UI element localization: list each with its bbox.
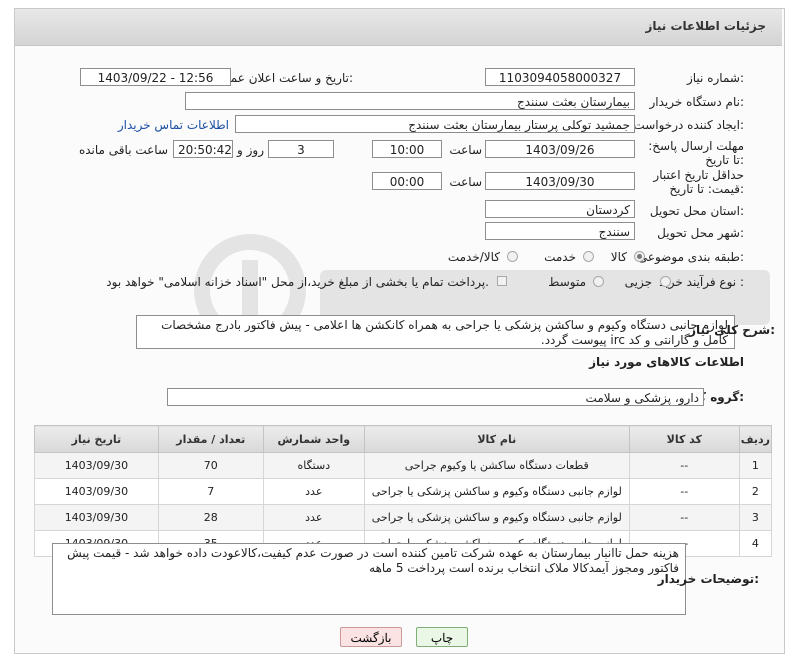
table-row: 2 -- لوازم جانبی دستگاه وکیوم و ساکشن پز… xyxy=(34,478,773,505)
cell-row: 1 xyxy=(738,452,773,479)
cell-qty: 7 xyxy=(157,478,264,505)
creator-field: جمشید توکلی پرستار بیمارستان بعثت سنندج xyxy=(235,115,635,133)
buyer-notes-box: هزینه حمل تاانبار بیمارستان به عهده شرکت… xyxy=(52,543,686,615)
cell-date: 1403/09/30 xyxy=(34,504,159,531)
cell-date: 1403/09/30 xyxy=(34,452,159,479)
announce-field: 1403/09/22 - 12:56 xyxy=(80,68,231,86)
cell-qty: 70 xyxy=(157,452,264,479)
validity-date-field: 1403/09/30 xyxy=(485,172,635,190)
cell-code: -- xyxy=(628,504,740,531)
buyer-contact-link[interactable]: اطلاعات تماس خریدار xyxy=(118,118,229,132)
validity-label: حداقل تاریخ اعتبار قیمت: تا تاریخ: xyxy=(653,168,744,196)
province-label: استان محل تحویل: xyxy=(649,204,744,218)
purchase-type-label: نوع فرآیند خرید : xyxy=(659,275,744,289)
purchase-minor-radio[interactable] xyxy=(660,276,671,287)
deadline-time-label: ساعت xyxy=(449,143,482,157)
buyer-label: نام دستگاه خریدار: xyxy=(649,95,745,109)
goods-section-title: اطلاعات کالاهای مورد نیاز xyxy=(589,355,744,369)
treasury-payment-checkbox[interactable] xyxy=(497,276,507,286)
purchase-medium-label: متوسط xyxy=(548,275,586,289)
category-both-radio[interactable] xyxy=(507,251,518,262)
cell-unit: عدد xyxy=(262,478,365,505)
validity-time-label: ساعت xyxy=(449,175,482,189)
col-code: کد کالا xyxy=(628,425,740,453)
page-title: جزئیات اطلاعات نیاز xyxy=(645,19,766,33)
page-header: جزئیات اطلاعات نیاز xyxy=(15,9,782,46)
category-service-label: خدمت xyxy=(544,250,576,264)
col-row: ردیف xyxy=(738,425,773,453)
deadline-time-field: 10:00 xyxy=(372,140,442,158)
cell-row: 3 xyxy=(738,504,773,531)
back-button[interactable]: بازگشت xyxy=(340,627,402,647)
province-field: کردستان xyxy=(485,200,635,218)
deadline-label: مهلت ارسال پاسخ: تا تاریخ: xyxy=(648,139,744,167)
category-both-label: کالا/خدمت xyxy=(447,250,500,264)
need-description-label: شرح کلی نیاز: xyxy=(689,323,775,337)
purchase-medium-radio[interactable] xyxy=(593,276,604,287)
treasury-payment-label: پرداخت تمام یا بخشی از مبلغ خرید،از محل … xyxy=(106,275,489,289)
goods-table-header: ردیف کد کالا نام کالا واحد شمارش تعداد /… xyxy=(34,425,773,453)
cell-code: -- xyxy=(628,478,740,505)
creator-label: ایجاد کننده درخواست: xyxy=(633,118,744,132)
days-label: روز و xyxy=(237,143,264,157)
goods-group-field: دارو، پزشکی و سلامت xyxy=(167,388,704,406)
city-label: شهر محل تحویل: xyxy=(657,226,744,240)
col-unit: واحد شمارش xyxy=(262,425,365,453)
cell-name: لوازم جانبی دستگاه وکیوم و ساکشن پزشکی ی… xyxy=(363,478,630,505)
col-date: تاریخ نیاز xyxy=(34,425,159,453)
cell-row: 4 xyxy=(738,530,773,557)
need-number-label: شماره نیاز: xyxy=(686,71,744,85)
category-goods-radio[interactable] xyxy=(634,251,645,262)
purchase-minor-label: جزیی xyxy=(624,275,652,289)
table-row: 3 -- لوازم جانبی دستگاه وکیوم و ساکشن پز… xyxy=(34,504,773,531)
print-button[interactable]: چاپ xyxy=(416,627,468,647)
category-goods-label: کالا xyxy=(610,250,627,264)
buyer-field: بیمارستان بعثت سنندج xyxy=(185,92,635,110)
cell-unit: دستگاه xyxy=(262,452,365,479)
need-description-box: لوازم جانبی دستگاه وکیوم و ساکشن پزشکی ی… xyxy=(136,315,735,349)
city-field: سنندج xyxy=(485,222,635,240)
col-name: نام کالا xyxy=(363,425,630,453)
category-service-radio[interactable] xyxy=(583,251,594,262)
cell-row: 2 xyxy=(738,478,773,505)
cell-code: -- xyxy=(628,452,740,479)
category-label: طبقه بندی موضوعی: xyxy=(637,250,744,264)
days-remaining-field: 3 xyxy=(268,140,334,158)
table-row: 1 -- قطعات دستگاه ساکشن یا وکیوم جراحی د… xyxy=(34,452,773,479)
remaining-label: ساعت باقی مانده xyxy=(78,143,168,157)
cell-unit: عدد xyxy=(262,504,365,531)
cell-date: 1403/09/30 xyxy=(34,478,159,505)
cell-name: قطعات دستگاه ساکشن یا وکیوم جراحی xyxy=(363,452,630,479)
cell-name: لوازم جانبی دستگاه وکیوم و ساکشن پزشکی ی… xyxy=(363,504,630,531)
validity-time-field: 00:00 xyxy=(372,172,442,190)
buyer-notes-label: توضیحات خریدار: xyxy=(657,572,759,586)
cell-qty: 28 xyxy=(157,504,264,531)
deadline-date-field: 1403/09/26 xyxy=(485,140,635,158)
goods-table: ردیف کد کالا نام کالا واحد شمارش تعداد /… xyxy=(34,425,773,557)
col-qty: تعداد / مقدار xyxy=(157,425,264,453)
need-number-field: 1103094058000327 xyxy=(485,68,635,86)
remaining-time-field: 20:50:42 xyxy=(173,140,233,158)
